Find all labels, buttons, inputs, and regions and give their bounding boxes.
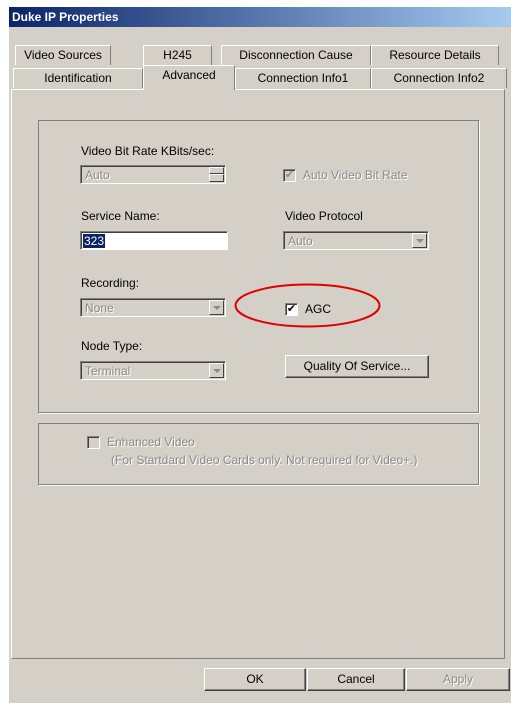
spin-buttons[interactable] (209, 167, 224, 182)
tab-h245[interactable]: H245 (143, 45, 212, 65)
video-protocol-dropdown[interactable]: Auto (283, 231, 429, 250)
enhanced-video-note: (For Startdard Video Cards only. Not req… (111, 453, 418, 467)
tab-disconnection-cause[interactable]: Disconnection Cause (221, 45, 371, 65)
window-title: Duke IP Properties (12, 10, 119, 24)
cancel-button[interactable]: Cancel (307, 668, 405, 691)
node-type-dropdown[interactable]: Terminal (80, 361, 226, 380)
tab-video-sources[interactable]: Video Sources (15, 45, 111, 65)
tab-connection-info1[interactable]: Connection Info1 (235, 68, 371, 88)
enhanced-video-group: Enhanced Video (For Startdard Video Card… (38, 423, 479, 485)
ok-button[interactable]: OK (204, 668, 306, 691)
spin-up-icon[interactable] (209, 167, 224, 174)
quality-of-service-button[interactable]: Quality Of Service... (285, 355, 429, 378)
enhanced-video-checkbox[interactable] (87, 436, 100, 449)
tab-connection-info2[interactable]: Connection Info2 (371, 68, 507, 88)
tab-resource-details[interactable]: Resource Details (371, 45, 499, 65)
node-type-label: Node Type: (81, 339, 143, 353)
recording-label: Recording: (81, 276, 140, 290)
title-bar: Duke IP Properties (9, 7, 511, 27)
tab-advanced[interactable]: Advanced (143, 65, 235, 90)
highlight-circle (234, 283, 381, 328)
video-bitrate-label: Video Bit Rate KBits/sec: (81, 144, 215, 158)
chevron-down-icon[interactable] (209, 363, 224, 378)
service-name-label: Service Name: (81, 209, 160, 223)
recording-dropdown[interactable]: None (80, 298, 226, 317)
enhanced-video-label: Enhanced Video (107, 435, 195, 449)
advanced-settings-group: Video Bit Rate KBits/sec: Auto ✔ Auto Vi… (38, 120, 479, 413)
spin-down-icon[interactable] (209, 174, 224, 182)
check-icon: ✔ (284, 169, 295, 181)
video-bitrate-spinbox[interactable]: Auto (80, 165, 226, 184)
video-protocol-label: Video Protocol (285, 209, 363, 223)
advanced-panel: Video Bit Rate KBits/sec: Auto ✔ Auto Vi… (11, 89, 505, 659)
auto-bitrate-checkbox[interactable]: ✔ (283, 169, 296, 182)
auto-bitrate-label: Auto Video Bit Rate (303, 168, 408, 182)
chevron-down-icon[interactable] (209, 300, 224, 315)
properties-dialog: Duke IP Properties Video Sources H245 Di… (9, 7, 511, 703)
tab-identification[interactable]: Identification (13, 68, 143, 88)
chevron-down-icon[interactable] (412, 233, 427, 248)
apply-button[interactable]: Apply (406, 668, 510, 691)
service-name-input[interactable]: 323 (80, 231, 228, 250)
